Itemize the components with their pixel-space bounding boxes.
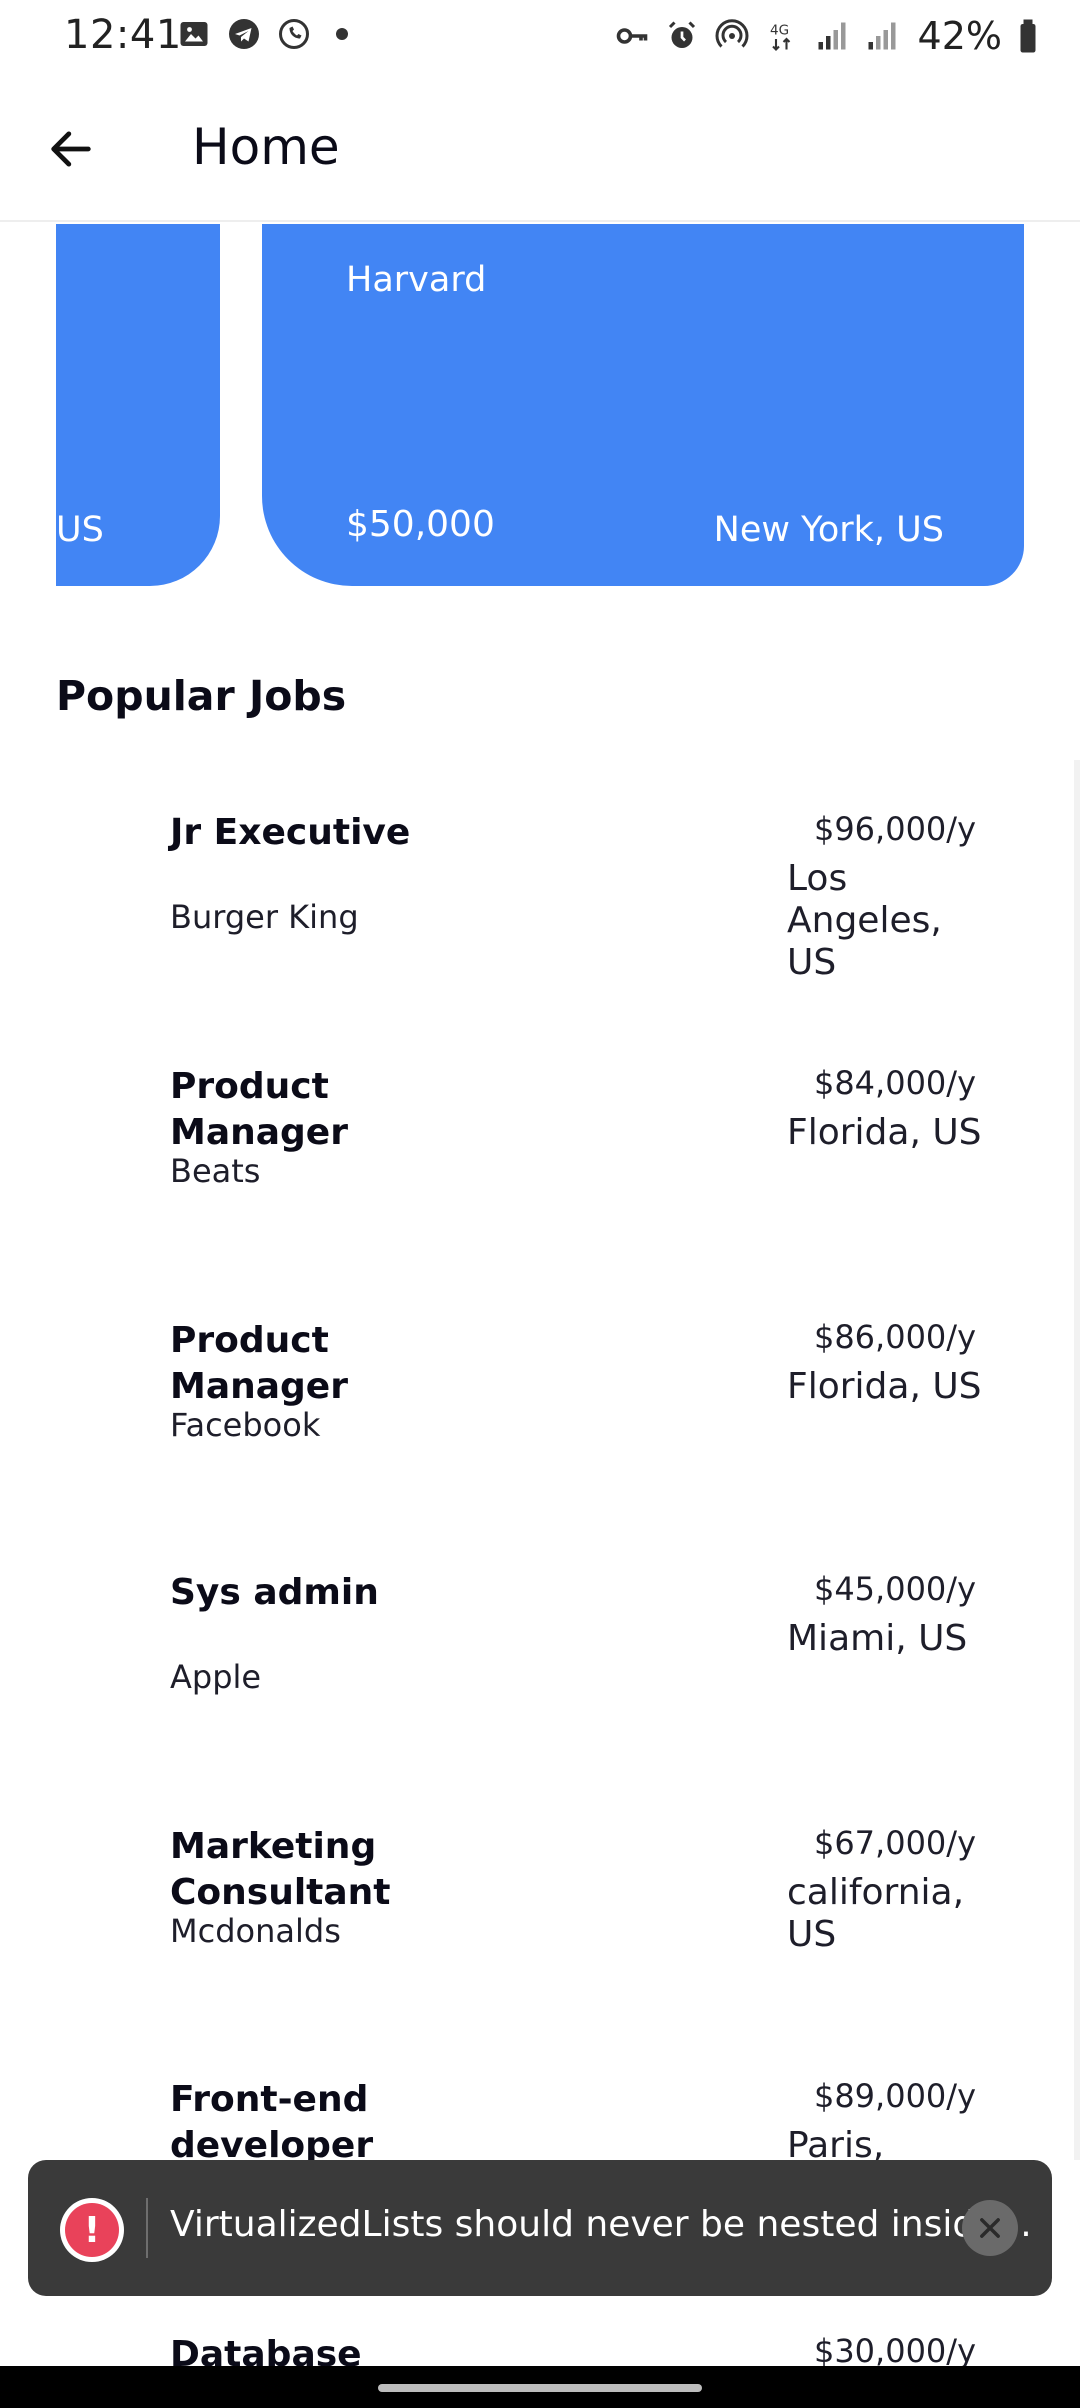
job-list-item[interactable]: Product Manager Facebook $86,000/y Flori… xyxy=(0,1318,1080,1538)
featured-job-location: New York, US xyxy=(713,510,944,550)
featured-job-card[interactable]: Harvard $50,000 New York, US xyxy=(262,224,1024,586)
page-title: Home xyxy=(192,118,340,176)
featured-job-company: Harvard xyxy=(346,260,487,300)
job-list-item[interactable]: Product Manager Beats $84,000/y Florida,… xyxy=(0,1064,1080,1284)
svg-text:4G: 4G xyxy=(770,23,789,39)
back-button[interactable] xyxy=(36,114,106,184)
job-location: california, US xyxy=(787,1872,965,1955)
network-4g-icon: 4G xyxy=(770,23,790,51)
job-location: Paris, France xyxy=(787,2125,885,2160)
job-salary: $30,000/y xyxy=(813,2332,976,2366)
job-list-item[interactable]: Front-end developer $89,000/y Paris, Fra… xyxy=(0,2077,1080,2160)
job-company: Apple xyxy=(170,1658,262,1696)
battery-level: 42% xyxy=(917,14,1002,58)
dot-icon xyxy=(336,28,348,40)
toast-divider xyxy=(146,2198,148,2258)
job-title: Marketing Consultant xyxy=(170,1826,391,1913)
job-location: Miami, US xyxy=(787,1618,968,1659)
vpn-key-icon xyxy=(616,28,647,44)
job-list-item[interactable]: Jr Executive Burger King $96,000/y Los A… xyxy=(0,810,1080,1030)
toast-message: VirtualizedLists should never be nested … xyxy=(170,2204,1032,2245)
featured-job-salary: $50,000 xyxy=(346,504,495,545)
hotspot-icon xyxy=(715,19,748,48)
job-company: Burger King xyxy=(170,898,359,936)
telegram-icon xyxy=(229,19,259,49)
error-toast[interactable]: ! VirtualizedLists should never be neste… xyxy=(28,2160,1052,2296)
toast-close-button[interactable] xyxy=(962,2200,1018,2256)
job-salary: $84,000/y xyxy=(813,1064,976,1102)
job-company: Facebook xyxy=(170,1406,321,1444)
battery-icon xyxy=(1020,19,1036,53)
job-company: Beats xyxy=(170,1152,261,1190)
job-list-item[interactable]: Sys admin Apple $45,000/y Miami, US xyxy=(0,1570,1080,1790)
status-time: 12:41 xyxy=(64,12,182,58)
alarm-icon xyxy=(668,21,695,48)
job-salary: $96,000/y xyxy=(813,810,976,848)
job-salary: $89,000/y xyxy=(813,2077,976,2115)
status-bar: 12:41 4G 42% xyxy=(0,0,1080,72)
job-title: Sys admin xyxy=(170,1572,379,1613)
error-icon: ! xyxy=(60,2198,124,2262)
home-gesture-handle[interactable] xyxy=(378,2384,702,2392)
scrollbar[interactable] xyxy=(1074,760,1080,2160)
signal-icon xyxy=(818,22,846,50)
job-salary: $67,000/y xyxy=(813,1824,976,1862)
job-title: Product Manager xyxy=(170,1066,348,1153)
popular-jobs-heading: Popular Jobs xyxy=(56,672,347,720)
close-icon xyxy=(980,2218,1000,2238)
job-title: Front-end developer xyxy=(170,2079,374,2160)
job-location: Florida, US xyxy=(787,1112,982,1153)
featured-job-location: US xyxy=(56,510,104,550)
job-company: Mcdonalds xyxy=(170,1912,341,1950)
signal-icon xyxy=(868,22,896,50)
job-title: Product Manager xyxy=(170,1320,348,1407)
status-left-icons xyxy=(176,16,348,52)
image-icon xyxy=(180,22,208,46)
job-location: Florida, US xyxy=(787,1366,982,1407)
app-bar: Home xyxy=(0,72,1080,222)
job-location: Los Angeles, US xyxy=(787,858,942,983)
featured-job-card[interactable]: US xyxy=(56,224,220,586)
job-list-item[interactable]: Database $30,000/y xyxy=(0,2332,1080,2366)
job-list-item[interactable]: Marketing Consultant Mcdonalds $67,000/y… xyxy=(0,1824,1080,2044)
arrow-left-icon xyxy=(51,131,91,167)
job-title: Jr Executive xyxy=(170,812,411,853)
whatsapp-icon xyxy=(279,19,309,49)
job-salary: $86,000/y xyxy=(813,1318,976,1356)
job-salary: $45,000/y xyxy=(813,1570,976,1608)
job-title: Database xyxy=(170,2334,362,2366)
navigation-bar xyxy=(0,2366,1080,2408)
error-icon-glyph: ! xyxy=(65,2203,119,2257)
status-right-icons: 4G 42% xyxy=(614,14,1040,58)
